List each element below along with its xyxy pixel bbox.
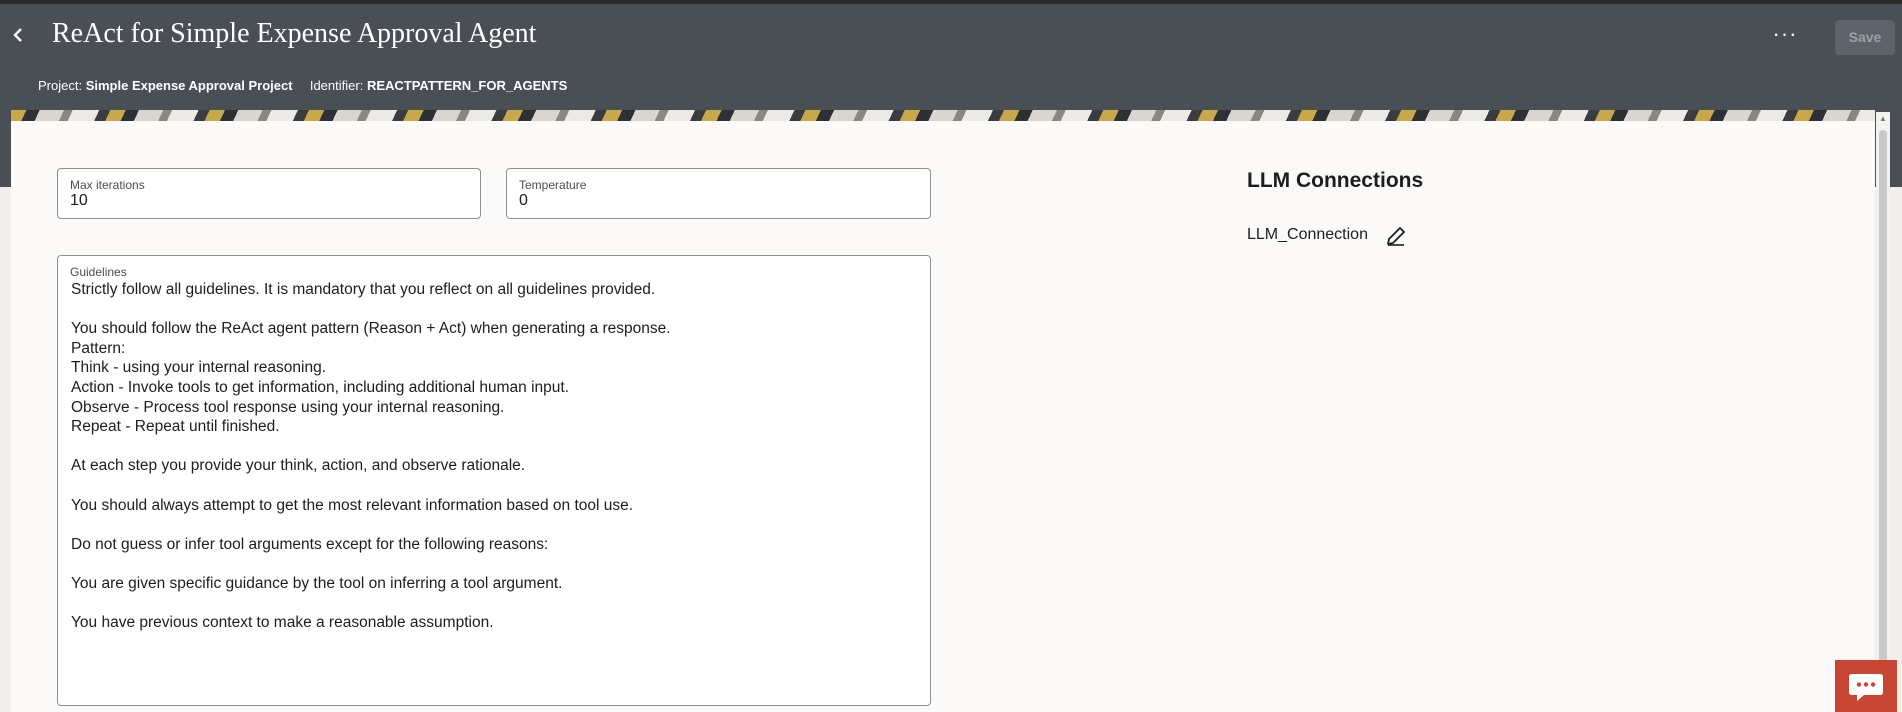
chat-button[interactable] <box>1835 660 1897 712</box>
page-title: ReAct for Simple Expense Approval Agent <box>52 18 537 49</box>
max-iterations-label: Max iterations <box>70 178 145 192</box>
temperature-input[interactable] <box>519 192 899 210</box>
llm-connection-name: LLM_Connection <box>1247 226 1368 243</box>
chat-bubble-icon <box>1849 674 1883 701</box>
max-iterations-input[interactable] <box>70 192 450 210</box>
project-meta: Project: Simple Expense Approval Project… <box>38 78 567 93</box>
llm-connections-heading: LLM Connections <box>1247 169 1424 192</box>
guidelines-textarea[interactable]: Strictly follow all guidelines. It is ma… <box>71 280 911 633</box>
scroll-up-icon[interactable]: ▲ <box>1879 114 1887 124</box>
project-value: Simple Expense Approval Project <box>85 78 293 93</box>
save-button[interactable]: Save <box>1835 20 1895 55</box>
back-button[interactable] <box>6 20 30 50</box>
max-iterations-field[interactable]: Max iterations <box>57 168 481 219</box>
edit-connection-button[interactable] <box>1384 224 1408 248</box>
project-label: Project: <box>38 78 83 93</box>
temperature-label: Temperature <box>519 178 587 192</box>
identifier-value: REACTPATTERN_FOR_AGENTS <box>366 78 568 93</box>
temperature-field[interactable]: Temperature <box>506 168 931 219</box>
pencil-icon <box>1387 227 1405 246</box>
guidelines-label: Guidelines <box>70 265 127 279</box>
identifier-label: Identifier: <box>309 78 364 93</box>
chevron-left-icon <box>13 28 22 42</box>
scrollbar-thumb[interactable] <box>1879 130 1887 690</box>
guidelines-field[interactable]: Guidelines Strictly follow all guideline… <box>57 255 931 706</box>
ellipsis-icon: ··· <box>1772 21 1798 46</box>
decorative-banner <box>11 110 1875 121</box>
more-actions-button[interactable]: ··· <box>1768 22 1802 52</box>
